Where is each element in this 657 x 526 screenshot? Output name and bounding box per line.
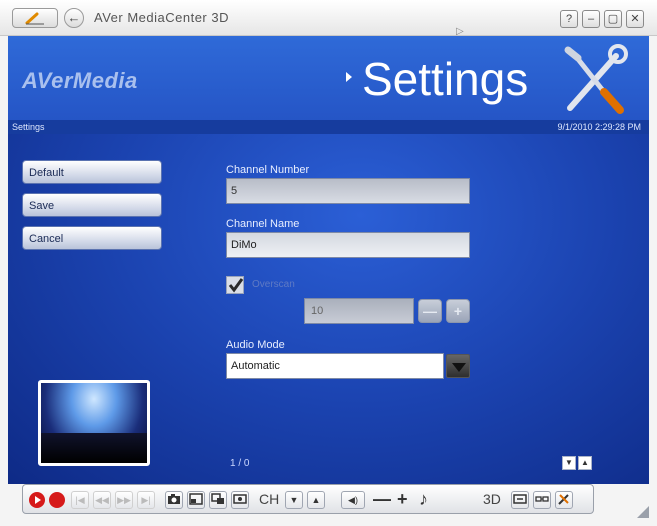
tools-icon <box>564 44 628 114</box>
next-button[interactable]: ▶| <box>137 491 155 509</box>
status-band <box>8 120 649 134</box>
app-window: ← AVer MediaCenter 3D ▷ ? – ▢ ✕ AVerMedi… <box>0 0 657 526</box>
default-button[interactable]: Default <box>22 160 162 184</box>
screen-icon <box>233 494 247 504</box>
channel-down-button[interactable]: ▼ <box>285 491 303 509</box>
title-bullet-icon <box>346 72 352 82</box>
overscan-label: Overscan <box>252 279 295 290</box>
display-mode-button[interactable] <box>231 491 249 509</box>
window-title: AVer MediaCenter 3D <box>94 10 229 25</box>
volume-up-button[interactable]: + <box>397 489 408 510</box>
record-icon[interactable] <box>49 492 65 508</box>
pip-button[interactable] <box>187 491 205 509</box>
back-button[interactable]: ← <box>64 8 84 28</box>
channel-number-label: Channel Number <box>226 164 310 176</box>
channel-label: CH <box>259 491 280 507</box>
previous-button[interactable]: |◀ <box>71 491 89 509</box>
scroll-up-button[interactable]: ▲ <box>578 456 592 470</box>
rewind-button[interactable]: ◀◀ <box>93 491 111 509</box>
checkmark-icon <box>228 278 244 293</box>
minimize-button[interactable]: – <box>582 10 600 28</box>
volume-button[interactable]: ◀) <box>341 491 365 509</box>
threed-glasses-button[interactable] <box>533 491 551 509</box>
playback-toolbar: |◀ ◀◀ ▶▶ ▶| CH ▼ ▲ ◀) — + ♪ 3D <box>22 484 594 514</box>
audio-mode-select[interactable]: Automatic <box>226 353 444 379</box>
channel-name-label: Channel Name <box>226 218 300 230</box>
home-button[interactable] <box>12 8 58 28</box>
page-count: 1 / 0 <box>230 458 250 469</box>
restore-button[interactable]: ▢ <box>604 10 622 28</box>
threed-tools-icon <box>558 494 569 505</box>
breadcrumb: Settings <box>12 122 45 132</box>
pop-button[interactable] <box>209 491 227 509</box>
threed-settings-button[interactable] <box>555 491 573 509</box>
scroll-down-button[interactable]: ▼ <box>562 456 576 470</box>
overscan-checkbox[interactable] <box>226 276 244 294</box>
fast-forward-button[interactable]: ▶▶ <box>115 491 133 509</box>
concert-crowd-image <box>41 433 147 463</box>
overscan-increase-button[interactable]: + <box>446 299 470 323</box>
threed-screen-icon <box>513 494 527 504</box>
overscan-decrease-button[interactable]: — <box>418 299 442 323</box>
overscan-value-field[interactable]: 10 <box>304 298 414 324</box>
page-title: Settings <box>362 53 529 105</box>
threed-mode-button[interactable] <box>511 491 529 509</box>
play-icon[interactable] <box>29 492 45 508</box>
camera-icon <box>168 494 180 504</box>
snapshot-button[interactable] <box>165 491 183 509</box>
settings-panel: AVerMedia Settings Settings 9/1/2010 2:2… <box>8 36 649 484</box>
channel-up-button[interactable]: ▲ <box>307 491 325 509</box>
threed-label: 3D <box>483 491 501 507</box>
glasses-icon <box>535 496 549 502</box>
channel-number-field[interactable]: 5 <box>226 178 470 204</box>
close-button[interactable]: ✕ <box>626 10 644 28</box>
brand-logo: AVerMedia <box>22 68 138 93</box>
datetime-display: 9/1/2010 2:29:28 PM <box>557 122 641 132</box>
multi-screen-icon <box>211 493 224 504</box>
save-button[interactable]: Save <box>22 193 162 217</box>
audio-button[interactable]: ♪ <box>419 489 428 510</box>
resize-grip-icon[interactable] <box>637 506 649 518</box>
channel-name-input[interactable]: DiMo <box>226 232 470 258</box>
cancel-button[interactable]: Cancel <box>22 226 162 250</box>
audio-mode-label: Audio Mode <box>226 339 285 351</box>
wrench-icon <box>25 12 44 25</box>
video-preview-thumbnail[interactable] <box>38 380 150 466</box>
title-bar: ← AVer MediaCenter 3D ▷ ? – ▢ ✕ <box>0 0 657 37</box>
help-button[interactable]: ? <box>560 10 578 28</box>
dropdown-arrow-icon[interactable] <box>446 354 470 378</box>
picture-in-picture-icon <box>189 493 203 505</box>
volume-down-button[interactable]: — <box>373 489 391 510</box>
